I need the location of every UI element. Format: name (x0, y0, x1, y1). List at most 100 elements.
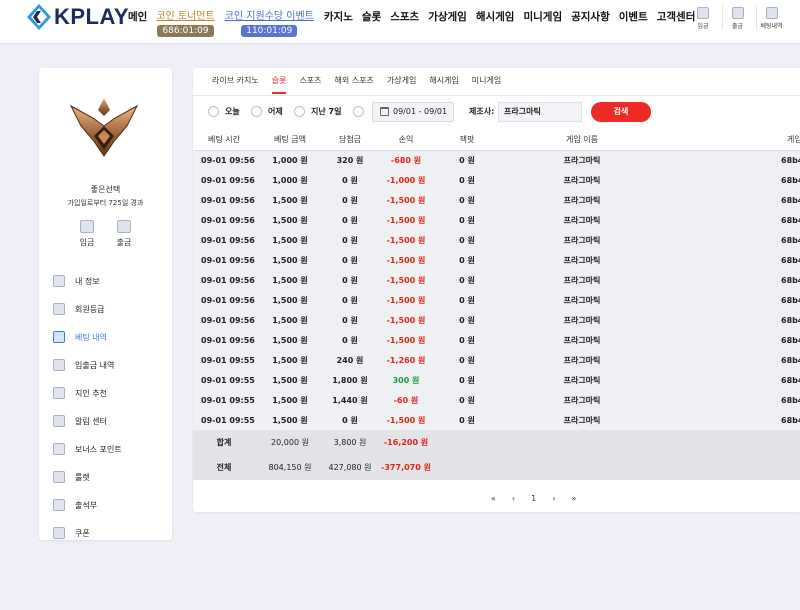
sidebar-item-referral[interactable]: 지인 추천 (53, 379, 122, 407)
total-bet: 20,000 원 (255, 430, 325, 455)
total-empty-cell (437, 455, 497, 480)
nav-item-10[interactable]: 이벤트 (619, 10, 648, 24)
total-empty-cell (437, 430, 497, 455)
table-cell: 프라그마틱 (497, 390, 667, 410)
table-cell: 0 원 (437, 310, 497, 330)
table-row: 09-01 09:56:…1,500 원0 원-1,500 원0 원프라그마틱6… (193, 190, 800, 210)
total-win: 3,800 원 (325, 430, 375, 455)
withdraw-button[interactable]: 출금 (722, 5, 752, 30)
nav-item-7[interactable]: 해시게임 (476, 10, 515, 24)
sidebar-item-label: 출석부 (75, 500, 98, 510)
prev-page-button[interactable]: ‹ (512, 494, 515, 503)
nav-item-4[interactable]: 슬롯 (362, 10, 381, 24)
table-cell: 09-01 09:55:… (193, 350, 255, 370)
tab-5[interactable]: 해시게임 (429, 68, 458, 94)
nav-item-0[interactable]: 메인 (128, 10, 147, 24)
table-cell: 0 원 (325, 190, 375, 210)
date-range-value: 09/01 - 09/01 (393, 107, 448, 116)
member-since: 가입일로부터 725일 경과 (67, 199, 144, 207)
grade-icon (53, 303, 65, 315)
filter-today[interactable]: 오늘 (208, 106, 240, 117)
total-win: 427,080 원 (325, 455, 375, 480)
table-cell: -1,500 원 (375, 250, 437, 270)
sidebar-item-transaction[interactable]: 입출금 내역 (53, 351, 122, 379)
table-cell: 300 원 (375, 370, 437, 390)
tab-3[interactable]: 해외 스포츠 (335, 68, 374, 94)
nav-item-6[interactable]: 가상게임 (428, 10, 467, 24)
table-cell: 프라그마틱 (497, 250, 667, 270)
filter-bar: 오늘 어제 지난 7일 09/01 - 09/01 제조사: 프라그마틱 검색 (208, 100, 800, 124)
rank-emblem-icon (69, 98, 139, 157)
nav-item-8[interactable]: 미니게임 (523, 10, 562, 24)
sidebar-item-betting[interactable]: 베팅 내역 (53, 323, 122, 351)
nav-item-9[interactable]: 공지사항 (571, 10, 610, 24)
user-icon (53, 275, 65, 287)
table-cell: 프라그마틱 (497, 190, 667, 210)
search-button[interactable]: 검색 (591, 102, 651, 122)
table-cell: 0 원 (325, 210, 375, 230)
sidebar-item-user[interactable]: 내 정보 (53, 267, 122, 295)
game-tabs: 라이브 카지노 슬롯 스포츠 해외 스포츠 가상게임 해시게임 미니게임 (212, 68, 514, 94)
table-cell: 0 원 (437, 290, 497, 310)
last-page-button[interactable]: » (571, 494, 576, 503)
table-cell: 프라그마틱 (497, 290, 667, 310)
filter-custom[interactable] (353, 106, 364, 117)
page-number-button[interactable]: 1 (531, 494, 536, 503)
nav-item-promo-2[interactable]: 코인 지원수당 이벤트 110:01:09 (225, 10, 314, 38)
table-cell: 프라그마틱 (497, 270, 667, 290)
column-header: 잭팟 (437, 130, 497, 151)
tab-0[interactable]: 라이브 카지노 (212, 68, 259, 94)
table-cell: 68b4ef20a9956ae375 (667, 330, 800, 350)
tab-1[interactable]: 슬롯 (271, 68, 287, 94)
referral-icon (53, 387, 65, 399)
deposit-button[interactable]: 입금 (74, 220, 100, 248)
table-cell: 68b4ef25a9956ae375 (667, 270, 800, 290)
sidebar-item-roulette[interactable]: 룰렛 (53, 463, 122, 491)
next-page-button[interactable]: › (552, 494, 555, 503)
radio-icon (353, 106, 364, 117)
sidebar-item-coupon[interactable]: 쿠폰 (53, 519, 122, 547)
table-cell: 68b4ef29a9956ae375 (667, 230, 800, 250)
logo-mark-icon (27, 4, 51, 30)
deposit-button[interactable]: 입금 (688, 5, 718, 30)
tabs-divider (193, 95, 800, 96)
table-cell: -1,500 원 (375, 270, 437, 290)
brand-logo[interactable]: KPLAY (27, 4, 129, 30)
table-cell: -1,500 원 (375, 330, 437, 350)
table-row: 09-01 09:56:…1,500 원0 원-1,500 원0 원프라그마틱6… (193, 250, 800, 270)
filter-last7[interactable]: 지난 7일 (294, 106, 341, 117)
maker-select[interactable]: 프라그마틱 (498, 102, 582, 122)
filter-yesterday[interactable]: 어제 (251, 106, 283, 117)
tab-4[interactable]: 가상게임 (387, 68, 416, 94)
table-cell: 68b4ef12a9956ae375 (667, 370, 800, 390)
nav-item-promo-1[interactable]: 코인 토너먼트 686:01:09 (156, 10, 215, 38)
tab-6[interactable]: 미니게임 (472, 68, 501, 94)
first-page-button[interactable]: « (491, 494, 496, 503)
table-cell: 68b4ef33a9956ae375 (667, 170, 800, 190)
sidebar-item-bonus[interactable]: 보너스 포인트 (53, 435, 122, 463)
withdraw-button[interactable]: 출금 (111, 220, 137, 248)
column-header: 베팅 시간 (193, 130, 255, 151)
total-pl: -16,200 원 (375, 430, 437, 455)
table-cell: 1,800 원 (325, 370, 375, 390)
table-cell: 프라그마틱 (497, 170, 667, 190)
table-cell: 320 원 (325, 150, 375, 170)
transaction-icon (53, 359, 65, 371)
date-range-picker[interactable]: 09/01 - 09/01 (372, 102, 454, 122)
table-cell: 0 원 (325, 330, 375, 350)
grand-total-row: 전체 804,150 원 427,080 원 -377,070 원 (193, 455, 800, 480)
nav-item-3[interactable]: 카지노 (324, 10, 353, 24)
sidebar-item-grade[interactable]: 회원등급 (53, 295, 122, 323)
table-cell: 0 원 (437, 350, 497, 370)
promo-title: 코인 지원수당 이벤트 (224, 11, 314, 22)
tab-2[interactable]: 스포츠 (299, 68, 321, 94)
column-header: 손익 (375, 130, 437, 151)
sidebar-item-attendance[interactable]: 출석부 (53, 491, 122, 519)
table-cell: 1,500 원 (255, 410, 325, 430)
nav-item-5[interactable]: 스포츠 (390, 10, 419, 24)
table-row: 09-01 09:56:…1,500 원0 원-1,500 원0 원프라그마틱6… (193, 290, 800, 310)
table-cell: -1,260 원 (375, 350, 437, 370)
betting-history-button[interactable]: 베팅내역 (756, 5, 786, 30)
sidebar-item-notification[interactable]: 알림 센터 (53, 407, 122, 435)
header-actions: 입금 출금 베팅내역 (684, 5, 786, 30)
